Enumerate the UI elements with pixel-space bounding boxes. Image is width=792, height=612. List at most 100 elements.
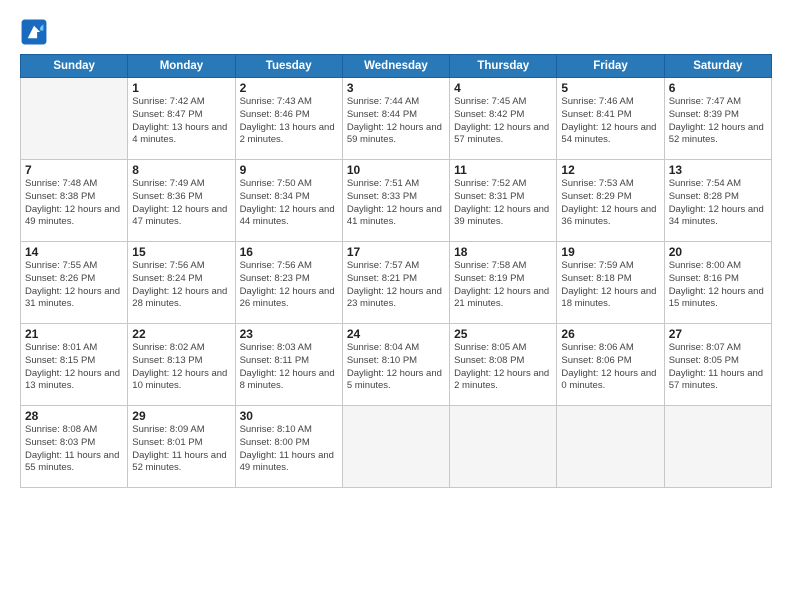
day-number: 3	[347, 81, 445, 95]
day-cell: 15Sunrise: 7:56 AMSunset: 8:24 PMDayligh…	[128, 242, 235, 324]
day-cell: 18Sunrise: 7:58 AMSunset: 8:19 PMDayligh…	[450, 242, 557, 324]
day-detail: Sunrise: 7:44 AMSunset: 8:44 PMDaylight:…	[347, 96, 445, 147]
col-header-monday: Monday	[128, 55, 235, 78]
day-detail: Sunrise: 7:52 AMSunset: 8:31 PMDaylight:…	[454, 178, 552, 229]
day-cell: 26Sunrise: 8:06 AMSunset: 8:06 PMDayligh…	[557, 324, 664, 406]
page: SundayMondayTuesdayWednesdayThursdayFrid…	[0, 0, 792, 612]
day-cell	[557, 406, 664, 488]
day-cell: 20Sunrise: 8:00 AMSunset: 8:16 PMDayligh…	[664, 242, 771, 324]
day-cell: 27Sunrise: 8:07 AMSunset: 8:05 PMDayligh…	[664, 324, 771, 406]
day-detail: Sunrise: 7:59 AMSunset: 8:18 PMDaylight:…	[561, 260, 659, 311]
day-detail: Sunrise: 7:48 AMSunset: 8:38 PMDaylight:…	[25, 178, 123, 229]
week-row-1: 1Sunrise: 7:42 AMSunset: 8:47 PMDaylight…	[21, 78, 772, 160]
header-row: SundayMondayTuesdayWednesdayThursdayFrid…	[21, 55, 772, 78]
day-detail: Sunrise: 8:06 AMSunset: 8:06 PMDaylight:…	[561, 342, 659, 393]
day-number: 9	[240, 163, 338, 177]
logo	[20, 18, 50, 46]
day-detail: Sunrise: 7:42 AMSunset: 8:47 PMDaylight:…	[132, 96, 230, 147]
day-detail: Sunrise: 7:57 AMSunset: 8:21 PMDaylight:…	[347, 260, 445, 311]
day-number: 10	[347, 163, 445, 177]
day-cell: 22Sunrise: 8:02 AMSunset: 8:13 PMDayligh…	[128, 324, 235, 406]
day-cell: 23Sunrise: 8:03 AMSunset: 8:11 PMDayligh…	[235, 324, 342, 406]
day-detail: Sunrise: 8:07 AMSunset: 8:05 PMDaylight:…	[669, 342, 767, 393]
col-header-tuesday: Tuesday	[235, 55, 342, 78]
day-detail: Sunrise: 7:58 AMSunset: 8:19 PMDaylight:…	[454, 260, 552, 311]
day-number: 2	[240, 81, 338, 95]
day-detail: Sunrise: 7:45 AMSunset: 8:42 PMDaylight:…	[454, 96, 552, 147]
day-detail: Sunrise: 7:53 AMSunset: 8:29 PMDaylight:…	[561, 178, 659, 229]
day-cell	[450, 406, 557, 488]
day-detail: Sunrise: 8:10 AMSunset: 8:00 PMDaylight:…	[240, 424, 338, 475]
day-cell: 1Sunrise: 7:42 AMSunset: 8:47 PMDaylight…	[128, 78, 235, 160]
col-header-sunday: Sunday	[21, 55, 128, 78]
day-number: 18	[454, 245, 552, 259]
day-detail: Sunrise: 8:05 AMSunset: 8:08 PMDaylight:…	[454, 342, 552, 393]
day-number: 20	[669, 245, 767, 259]
day-number: 28	[25, 409, 123, 423]
week-row-5: 28Sunrise: 8:08 AMSunset: 8:03 PMDayligh…	[21, 406, 772, 488]
day-detail: Sunrise: 7:50 AMSunset: 8:34 PMDaylight:…	[240, 178, 338, 229]
day-cell: 25Sunrise: 8:05 AMSunset: 8:08 PMDayligh…	[450, 324, 557, 406]
week-row-3: 14Sunrise: 7:55 AMSunset: 8:26 PMDayligh…	[21, 242, 772, 324]
day-cell: 30Sunrise: 8:10 AMSunset: 8:00 PMDayligh…	[235, 406, 342, 488]
col-header-thursday: Thursday	[450, 55, 557, 78]
day-number: 25	[454, 327, 552, 341]
day-cell: 2Sunrise: 7:43 AMSunset: 8:46 PMDaylight…	[235, 78, 342, 160]
day-detail: Sunrise: 7:55 AMSunset: 8:26 PMDaylight:…	[25, 260, 123, 311]
day-number: 14	[25, 245, 123, 259]
day-cell: 29Sunrise: 8:09 AMSunset: 8:01 PMDayligh…	[128, 406, 235, 488]
day-number: 11	[454, 163, 552, 177]
day-cell: 10Sunrise: 7:51 AMSunset: 8:33 PMDayligh…	[342, 160, 449, 242]
day-number: 5	[561, 81, 659, 95]
day-number: 7	[25, 163, 123, 177]
day-cell: 17Sunrise: 7:57 AMSunset: 8:21 PMDayligh…	[342, 242, 449, 324]
col-header-saturday: Saturday	[664, 55, 771, 78]
day-cell: 6Sunrise: 7:47 AMSunset: 8:39 PMDaylight…	[664, 78, 771, 160]
day-number: 26	[561, 327, 659, 341]
day-detail: Sunrise: 7:49 AMSunset: 8:36 PMDaylight:…	[132, 178, 230, 229]
day-cell	[342, 406, 449, 488]
day-detail: Sunrise: 7:51 AMSunset: 8:33 PMDaylight:…	[347, 178, 445, 229]
day-detail: Sunrise: 8:03 AMSunset: 8:11 PMDaylight:…	[240, 342, 338, 393]
day-number: 12	[561, 163, 659, 177]
day-number: 8	[132, 163, 230, 177]
day-cell: 16Sunrise: 7:56 AMSunset: 8:23 PMDayligh…	[235, 242, 342, 324]
day-cell: 12Sunrise: 7:53 AMSunset: 8:29 PMDayligh…	[557, 160, 664, 242]
day-number: 23	[240, 327, 338, 341]
day-cell: 13Sunrise: 7:54 AMSunset: 8:28 PMDayligh…	[664, 160, 771, 242]
day-detail: Sunrise: 7:56 AMSunset: 8:24 PMDaylight:…	[132, 260, 230, 311]
day-cell	[664, 406, 771, 488]
day-detail: Sunrise: 8:04 AMSunset: 8:10 PMDaylight:…	[347, 342, 445, 393]
day-detail: Sunrise: 7:46 AMSunset: 8:41 PMDaylight:…	[561, 96, 659, 147]
day-number: 27	[669, 327, 767, 341]
day-detail: Sunrise: 7:47 AMSunset: 8:39 PMDaylight:…	[669, 96, 767, 147]
logo-icon	[20, 18, 48, 46]
day-number: 16	[240, 245, 338, 259]
day-cell	[21, 78, 128, 160]
calendar: SundayMondayTuesdayWednesdayThursdayFrid…	[20, 54, 772, 488]
day-cell: 3Sunrise: 7:44 AMSunset: 8:44 PMDaylight…	[342, 78, 449, 160]
day-number: 30	[240, 409, 338, 423]
day-number: 1	[132, 81, 230, 95]
day-detail: Sunrise: 8:00 AMSunset: 8:16 PMDaylight:…	[669, 260, 767, 311]
col-header-wednesday: Wednesday	[342, 55, 449, 78]
day-number: 4	[454, 81, 552, 95]
day-detail: Sunrise: 7:43 AMSunset: 8:46 PMDaylight:…	[240, 96, 338, 147]
day-number: 24	[347, 327, 445, 341]
day-number: 6	[669, 81, 767, 95]
day-cell: 4Sunrise: 7:45 AMSunset: 8:42 PMDaylight…	[450, 78, 557, 160]
day-number: 22	[132, 327, 230, 341]
day-cell: 11Sunrise: 7:52 AMSunset: 8:31 PMDayligh…	[450, 160, 557, 242]
day-detail: Sunrise: 8:08 AMSunset: 8:03 PMDaylight:…	[25, 424, 123, 475]
day-cell: 9Sunrise: 7:50 AMSunset: 8:34 PMDaylight…	[235, 160, 342, 242]
week-row-2: 7Sunrise: 7:48 AMSunset: 8:38 PMDaylight…	[21, 160, 772, 242]
day-cell: 5Sunrise: 7:46 AMSunset: 8:41 PMDaylight…	[557, 78, 664, 160]
day-cell: 14Sunrise: 7:55 AMSunset: 8:26 PMDayligh…	[21, 242, 128, 324]
header	[20, 18, 772, 46]
day-cell: 24Sunrise: 8:04 AMSunset: 8:10 PMDayligh…	[342, 324, 449, 406]
day-detail: Sunrise: 8:01 AMSunset: 8:15 PMDaylight:…	[25, 342, 123, 393]
col-header-friday: Friday	[557, 55, 664, 78]
day-cell: 21Sunrise: 8:01 AMSunset: 8:15 PMDayligh…	[21, 324, 128, 406]
day-number: 29	[132, 409, 230, 423]
day-detail: Sunrise: 8:09 AMSunset: 8:01 PMDaylight:…	[132, 424, 230, 475]
